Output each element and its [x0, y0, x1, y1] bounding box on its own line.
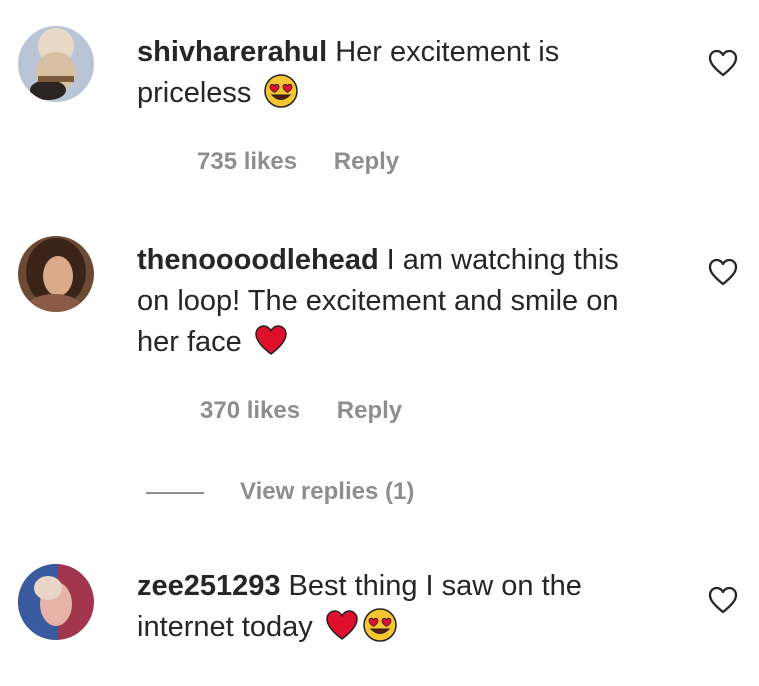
- username[interactable]: thenoooodlehead: [137, 244, 379, 276]
- comment-text: shivharerahul Her excitement is priceless: [137, 32, 657, 114]
- username[interactable]: zee251293: [137, 570, 281, 602]
- like-heart-icon[interactable]: [707, 585, 739, 615]
- red-heart-emoji-icon: [325, 608, 359, 642]
- username[interactable]: shivharerahul: [137, 36, 327, 68]
- likes-count[interactable]: 735 likes: [197, 148, 297, 175]
- comment-meta: 370 likes Reply: [200, 397, 402, 425]
- like-heart-icon[interactable]: [707, 257, 739, 287]
- red-heart-emoji-icon: [254, 323, 288, 357]
- comment-text: zee251293 Best thing I saw on the interne…: [137, 566, 657, 648]
- view-replies-button[interactable]: View replies (1): [146, 478, 414, 506]
- reply-button[interactable]: Reply: [337, 397, 402, 424]
- avatar-zee251293[interactable]: [18, 564, 94, 640]
- comment-text: thenoooodlehead I am watching this on loo…: [137, 240, 657, 363]
- likes-count[interactable]: 370 likes: [200, 397, 300, 424]
- heart-eyes-emoji-icon: [363, 608, 397, 642]
- like-heart-icon[interactable]: [707, 48, 739, 78]
- comment-meta: 735 likes Reply: [197, 148, 399, 176]
- replies-divider-line: [146, 491, 204, 494]
- reply-button[interactable]: Reply: [334, 148, 399, 175]
- avatar-thenoooodlehead[interactable]: [18, 236, 94, 312]
- view-replies-label: View replies (1): [240, 478, 415, 505]
- heart-eyes-emoji-icon: [263, 74, 298, 108]
- avatar-shivharerahul[interactable]: [18, 26, 94, 102]
